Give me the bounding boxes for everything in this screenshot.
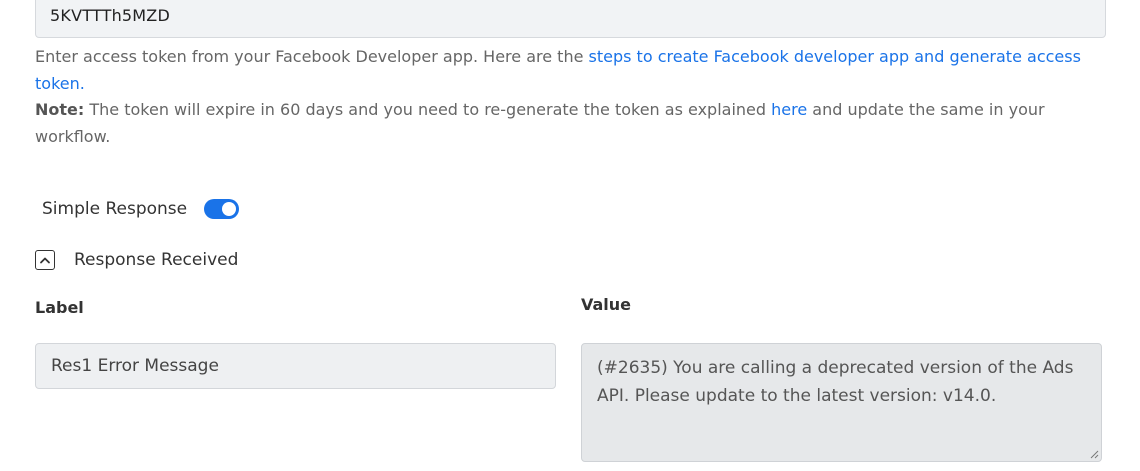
response-received-label: Response Received [74,250,239,270]
response-value-text: (#2635) You are calling a deprecated ver… [597,358,1074,406]
simple-response-toggle[interactable] [204,199,240,219]
value-column-heading: Value [581,295,632,314]
toggle-knob [222,202,237,216]
chevron-up-icon [40,257,50,264]
simple-response-row: Simple Response [42,197,240,221]
label-column-heading: Label [35,298,84,317]
access-token-input[interactable]: 5KVTTTh5MZD [35,0,1106,38]
response-value-textarea[interactable]: (#2635) You are calling a deprecated ver… [581,343,1102,462]
response-received-row: Response Received [35,247,238,273]
here-link[interactable]: here [771,100,807,119]
help-text-intro: Enter access token from your Facebook De… [35,47,589,66]
collapse-button[interactable] [35,250,55,270]
resize-handle-icon[interactable] [1089,449,1099,459]
access-token-value: 5KVTTTh5MZD [50,6,170,25]
simple-response-label: Simple Response [42,199,188,219]
note-text: The token will expire in 60 days and you… [84,100,772,119]
access-token-help: Enter access token from your Facebook De… [35,44,1105,150]
response-label-field[interactable]: Res1 Error Message [35,343,556,389]
note-label: Note: [35,100,85,119]
response-label-value: Res1 Error Message [51,356,219,376]
